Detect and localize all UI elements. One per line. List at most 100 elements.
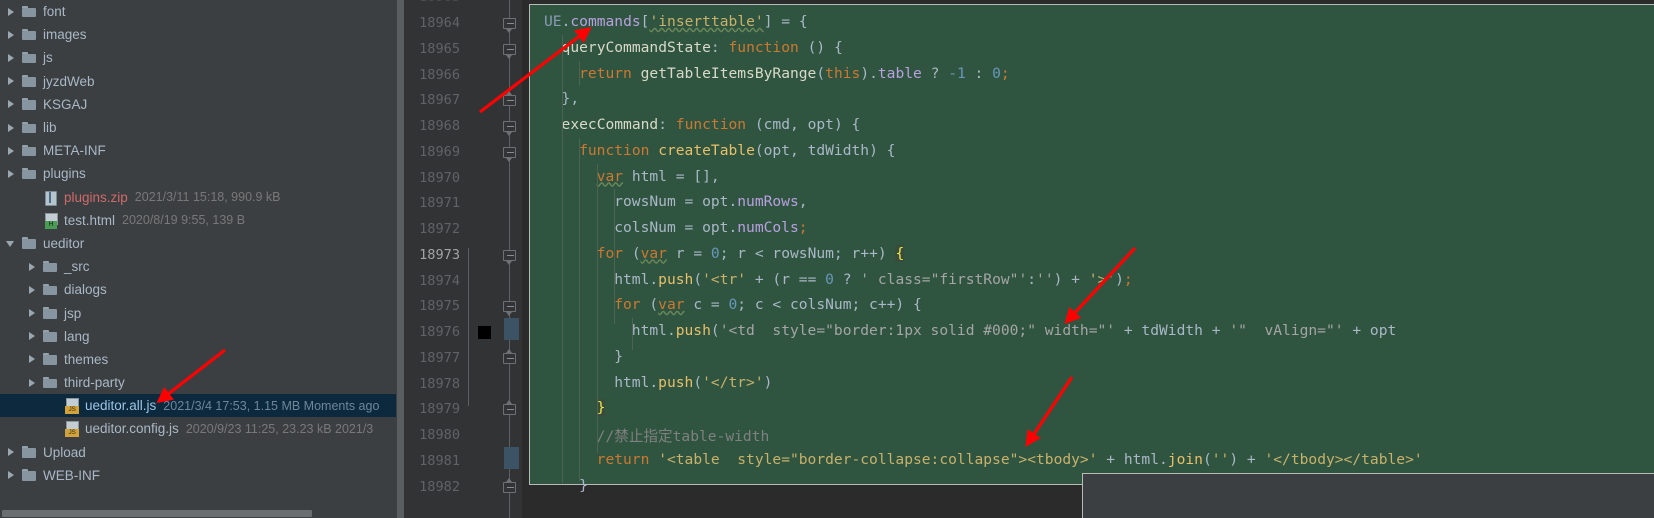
- chevron-right-icon[interactable]: [27, 284, 38, 295]
- code-token: (: [640, 296, 659, 314]
- code-line[interactable]: for (var r = 0; r < rowsNum; r++) {: [597, 244, 905, 262]
- code-token: c =: [684, 296, 729, 314]
- tree-item-web-inf[interactable]: WEB-INF: [0, 464, 396, 487]
- tree-item-font[interactable]: font: [0, 0, 396, 23]
- code-line[interactable]: rowsNum = opt.numRows,: [614, 193, 807, 210]
- chevron-right-icon[interactable]: [27, 308, 38, 319]
- fold-collapse-icon[interactable]: [503, 249, 518, 265]
- code-line[interactable]: html.push('<tr' + (r == 0 ? ' class="fir…: [614, 271, 1132, 288]
- tree-item-themes[interactable]: themes: [0, 348, 396, 371]
- line-number: 18964: [419, 15, 460, 31]
- folder-icon: [21, 445, 38, 460]
- code-token: '<table style="border-collapse:collapse"…: [658, 450, 1098, 468]
- code-line[interactable]: //禁止指定table-width: [597, 425, 770, 446]
- code-token: + tdWidth +: [1115, 322, 1230, 339]
- tree-item-lib[interactable]: lib: [0, 116, 396, 139]
- sidebar-horizontal-scrollbar[interactable]: [0, 509, 396, 518]
- tree-item-ueditor-config-js[interactable]: ueditor.config.js 2020/9/23 11:25, 23.23 …: [0, 417, 396, 440]
- code-line[interactable]: UE.commands['inserttable'] = {: [544, 13, 808, 30]
- tree-item-test-html[interactable]: test.html 2020/8/19 9:55, 139 B: [0, 209, 396, 232]
- code-line[interactable]: html.push('</tr>'): [614, 374, 772, 391]
- line-number: 18971: [419, 195, 460, 212]
- tree-item-plugins-zip[interactable]: plugins.zip 2021/3/11 15:18, 990.9 kB: [0, 186, 396, 209]
- code-line[interactable]: },: [562, 90, 580, 107]
- project-tree[interactable]: font images js jyzdWeb KSGAJ lib META-INF plugi…: [0, 0, 396, 487]
- tree-item-images[interactable]: images: [0, 23, 396, 46]
- tree-item-upload[interactable]: Upload: [0, 441, 396, 464]
- fold-collapse-icon[interactable]: [503, 18, 518, 33]
- code-line[interactable]: return '<table style="border-collapse:co…: [597, 451, 1423, 468]
- chevron-right-icon[interactable]: [6, 52, 17, 63]
- chevron-right-icon[interactable]: [6, 470, 17, 481]
- tree-item-meta-inf[interactable]: META-INF: [0, 139, 396, 162]
- fold-tip: [506, 29, 512, 33]
- chevron-right-icon[interactable]: [6, 76, 17, 87]
- code-line[interactable]: colsNum = opt.numCols;: [614, 219, 807, 236]
- tree-item-ksgaj[interactable]: KSGAJ: [0, 93, 396, 116]
- chevron-right-icon[interactable]: [6, 99, 17, 110]
- folder-icon: [42, 282, 59, 297]
- chevron-right-icon[interactable]: [6, 29, 17, 40]
- chevron-right-icon[interactable]: [27, 354, 38, 365]
- scrollbar-thumb[interactable]: [2, 510, 312, 517]
- project-tree-panel[interactable]: font images js jyzdWeb KSGAJ lib META-INF plugi…: [0, 0, 396, 518]
- fold-collapse-icon[interactable]: [503, 146, 518, 162]
- code-token: (: [710, 322, 720, 339]
- code-line[interactable]: }: [614, 348, 623, 365]
- fold-collapse-icon[interactable]: [503, 301, 518, 317]
- chevron-right-icon[interactable]: [6, 447, 17, 458]
- fold-box: [503, 121, 516, 132]
- tree-item-third-party[interactable]: third-party: [0, 371, 396, 394]
- code-token: () {: [798, 38, 843, 56]
- code-token: }: [596, 399, 606, 417]
- code-line[interactable]: }: [596, 399, 606, 417]
- tree-item-ueditor[interactable]: ueditor: [0, 232, 396, 255]
- gutter-black-marker[interactable]: [478, 326, 491, 339]
- code-line[interactable]: for (var c = 0; c < colsNum; c++) {: [614, 296, 922, 313]
- tree-item--src[interactable]: _src: [0, 255, 396, 278]
- code-token: }: [579, 476, 588, 494]
- chevron-right-icon[interactable]: [6, 122, 17, 133]
- chevron-right-icon[interactable]: [6, 168, 17, 179]
- code-token: 'inserttable': [649, 13, 764, 30]
- fold-expand-icon[interactable]: [503, 400, 518, 419]
- code-line[interactable]: function createTable(opt, tdWidth) {: [579, 142, 895, 159]
- code-line[interactable]: return getTableItemsByRange(this).table …: [579, 65, 1010, 82]
- chevron-right-icon[interactable]: [27, 261, 38, 272]
- chevron-right-icon[interactable]: [27, 377, 38, 388]
- fold-expand-icon[interactable]: [503, 477, 518, 497]
- code-line[interactable]: var html = [],: [597, 168, 720, 185]
- pane-splitter[interactable]: [396, 0, 404, 518]
- no-chevron-spacer: [48, 423, 59, 434]
- fold-expand-icon[interactable]: [503, 348, 518, 368]
- editor-gutter[interactable]: 18963 18964 18965 18966 18967 18968 18969 18970…: [404, 0, 522, 518]
- editor-vertical-scrollbar-thumb[interactable]: [397, 0, 404, 518]
- code-line[interactable]: queryCommandState: function () {: [562, 39, 843, 56]
- tree-item-label: META-INF: [43, 143, 106, 159]
- fold-box: [503, 249, 516, 261]
- code-line[interactable]: html.push('<td style="border:1px solid #…: [632, 322, 1396, 339]
- chevron-right-icon[interactable]: [6, 145, 17, 156]
- chevron-down-icon[interactable]: [6, 238, 17, 249]
- code-canvas[interactable]: UE.commands['inserttable'] = { queryComma…: [522, 0, 1654, 518]
- code-line[interactable]: }: [579, 477, 588, 494]
- tree-item-plugins[interactable]: plugins: [0, 162, 396, 185]
- tree-item-metadata: 2020/8/19 9:55, 139 B: [122, 213, 246, 228]
- fold-expand-icon[interactable]: [503, 91, 518, 110]
- chevron-right-icon[interactable]: [27, 331, 38, 342]
- tree-item-js[interactable]: js: [0, 46, 396, 69]
- fold-collapse-icon[interactable]: [503, 43, 518, 59]
- chevron-right-icon[interactable]: [6, 6, 17, 17]
- code-token: 0: [992, 64, 1001, 82]
- tree-item-ueditor-all-js[interactable]: ueditor.all.js 2021/3/4 17:53, 1.15 MB Mo…: [0, 394, 396, 418]
- code-line[interactable]: execCommand: function (cmd, opt) {: [562, 116, 861, 133]
- tree-item-jyzdweb[interactable]: jyzdWeb: [0, 70, 396, 93]
- tree-item-lang[interactable]: lang: [0, 325, 396, 348]
- tree-item-jsp[interactable]: jsp: [0, 301, 396, 324]
- code-editor[interactable]: 18963 18964 18965 18966 18967 18968 18969 18970…: [404, 0, 1654, 518]
- code-token: },: [561, 90, 580, 108]
- tree-item-dialogs[interactable]: dialogs: [0, 278, 396, 301]
- fold-collapse-icon[interactable]: [503, 121, 518, 136]
